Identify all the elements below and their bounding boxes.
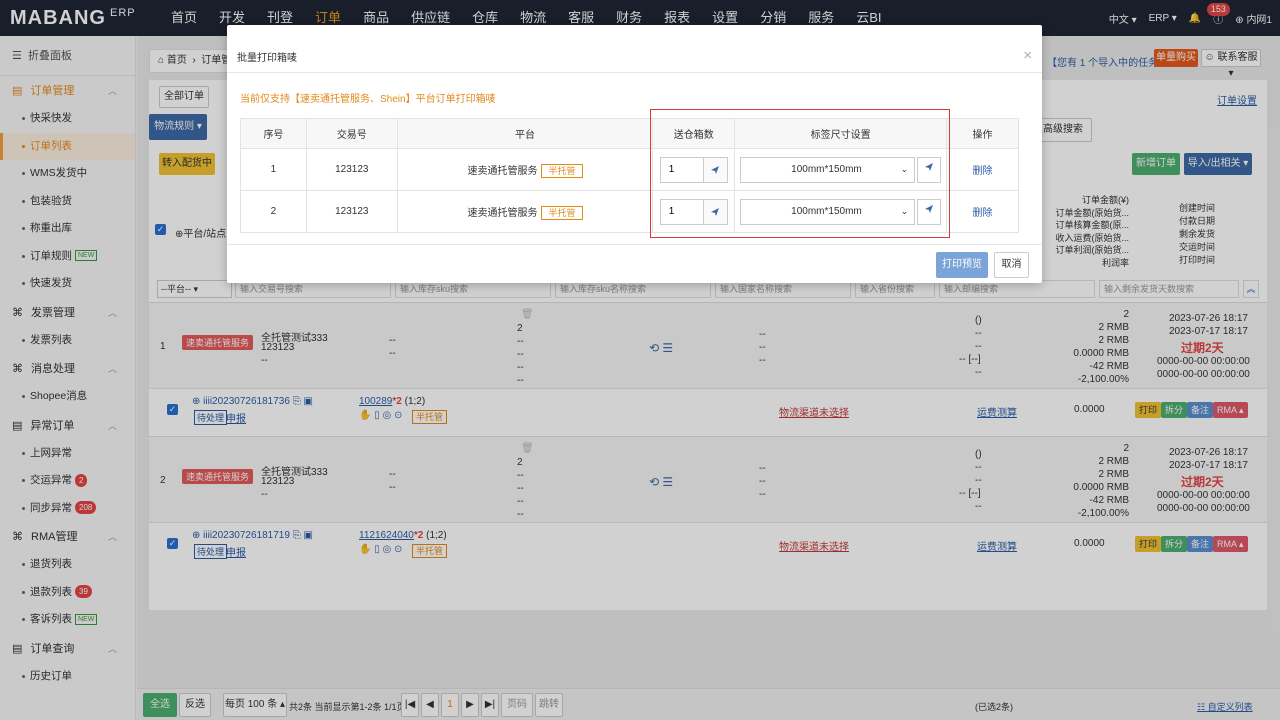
label-size-cell: 100mm*150mm ⌄ (734, 148, 948, 191)
box-count-cell (652, 148, 736, 191)
apply-all-icon[interactable] (917, 198, 942, 225)
box-label-table: 序号交易号平台送仓箱数标签尺寸设置操作 1123123速卖通托管服务半托管100… (240, 118, 1019, 233)
delete-cell: 删除 (946, 190, 1019, 233)
print-preview-button[interactable]: 打印预览 (936, 252, 988, 278)
table-header: 送仓箱数 (652, 118, 736, 149)
box-count-cell (652, 190, 736, 233)
trade-number: 123123 (305, 148, 398, 191)
delete-cell: 删除 (946, 148, 1019, 191)
platform-cell: 速卖通托管服务 半托管 (396, 148, 654, 191)
dialog-header: 批量打印箱唛 × (227, 25, 1042, 73)
dialog-footer: 打印预览 取消 (227, 244, 1042, 283)
row-index: 2 (240, 190, 307, 233)
box-count-input[interactable] (660, 157, 703, 182)
selected-size: 100mm*150mm (791, 164, 862, 175)
selected-size: 100mm*150mm (791, 206, 862, 217)
table-row: 1123123速卖通托管服务半托管100mm*150mm⌄删除 (240, 148, 1019, 191)
table-header: 操作 (946, 118, 1019, 149)
table-header: 标签尺寸设置 (734, 118, 948, 149)
half-managed-tag: 半托管 (541, 205, 583, 220)
half-managed-tag: 半托管 (541, 163, 583, 178)
label-size-cell: 100mm*150mm ⌄ (734, 190, 948, 233)
platform-cell: 速卖通托管服务 半托管 (396, 190, 654, 233)
apply-all-icon[interactable] (917, 156, 942, 183)
table-header: 序号 (240, 118, 307, 149)
dialog-title: 批量打印箱唛 (237, 53, 297, 64)
box-count-stepper (659, 198, 728, 225)
apply-all-icon[interactable] (702, 199, 727, 224)
close-icon[interactable]: × (1023, 47, 1032, 64)
platform-name: 速卖通托管服务 (467, 207, 538, 219)
label-size-select[interactable]: 100mm*150mm ⌄ (740, 156, 916, 183)
table-row: 2123123速卖通托管服务半托管100mm*150mm⌄删除 (240, 190, 1019, 233)
delete-link[interactable]: 删除 (973, 166, 993, 177)
trade-number: 123123 (305, 190, 398, 233)
delete-link[interactable]: 删除 (973, 208, 993, 219)
apply-all-icon[interactable] (702, 157, 727, 182)
table-header: 平台 (396, 118, 654, 149)
box-count-stepper (659, 156, 728, 183)
label-size-select[interactable]: 100mm*150mm ⌄ (740, 198, 916, 225)
cancel-button[interactable]: 取消 (994, 252, 1029, 278)
chevron-down-icon: ⌄ (900, 206, 909, 216)
row-index: 1 (240, 148, 307, 191)
batch-print-box-label-dialog: 批量打印箱唛 × 当前仅支持【速卖通托管服务、Shein】平台订单打印箱唛 序号… (227, 25, 1042, 283)
platform-name: 速卖通托管服务 (467, 165, 538, 177)
platform-support-note: 当前仅支持【速卖通托管服务、Shein】平台订单打印箱唛 (240, 94, 496, 105)
chevron-down-icon: ⌄ (900, 164, 909, 174)
box-count-input[interactable] (660, 199, 703, 224)
table-header: 交易号 (305, 118, 398, 149)
